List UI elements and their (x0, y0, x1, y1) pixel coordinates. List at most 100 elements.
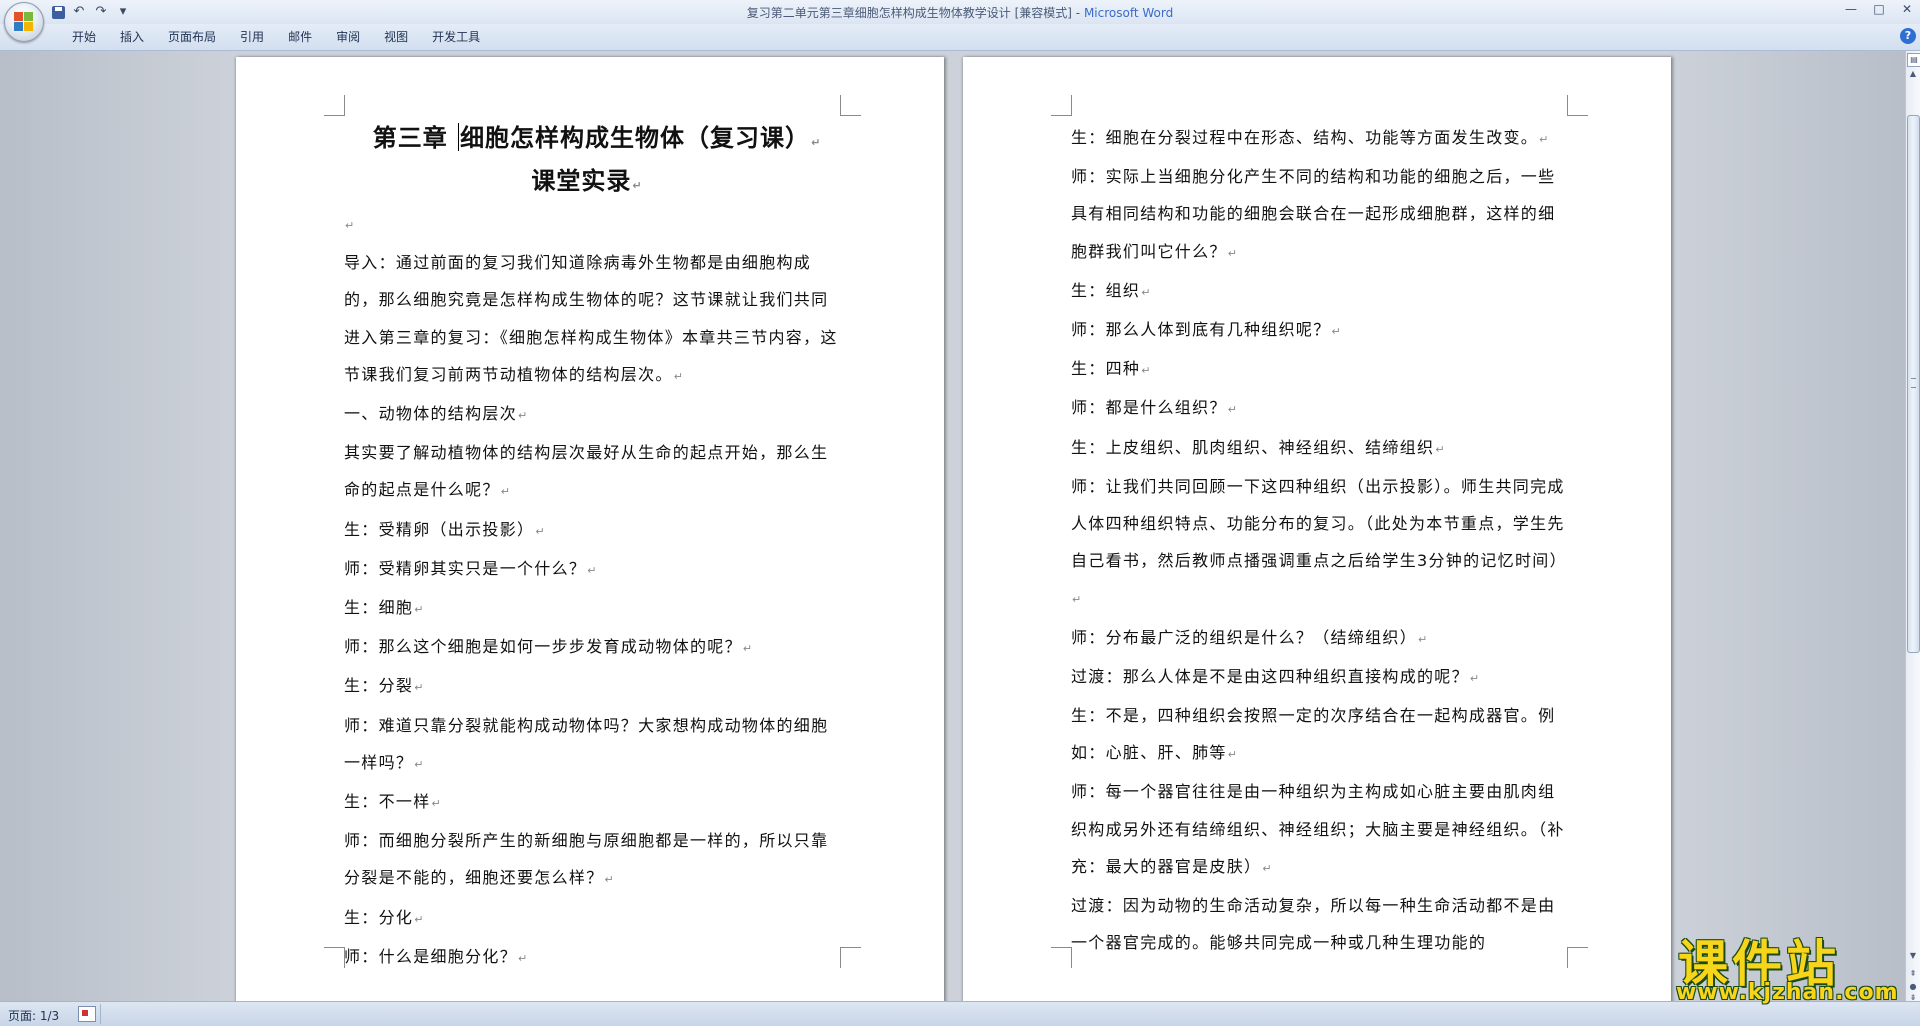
paragraph: 师：什么是细胞分化？↵ (344, 946, 528, 966)
paragraph: 师：分布最广泛的组织是什么？（结缔组织）↵ (1071, 627, 1428, 647)
status-divider (100, 1004, 101, 1024)
subheading: 课堂实录↵ (531, 167, 642, 195)
paragraph: 生：不一样↵ (344, 792, 441, 812)
page-1-content[interactable]: 第三章 细胞怎样构成生物体（复习课）↵ 课堂实录↵ ↵ 导入：通过前面的复习我们… (344, 119, 839, 977)
window-controls: — □ ✕ (1844, 2, 1914, 16)
paragraph-mark-icon: ↵ (1141, 285, 1151, 299)
paragraph-mark-icon: ↵ (811, 136, 821, 149)
paragraph: 生：分裂↵ (344, 676, 424, 696)
app-name: Microsoft Word (1083, 6, 1174, 20)
title-bar: ↶ ↷ ▾ 复习第二单元第三章细胞怎样构成生物体教学设计 [兼容模式] - Mi… (0, 0, 1920, 42)
margin-corner-mark (1051, 947, 1072, 968)
tab-developer[interactable]: 开发工具 (420, 29, 492, 45)
paragraph-mark-icon: ↵ (345, 219, 355, 232)
blank-paragraph: ↵ (344, 205, 839, 244)
ribbon: 开始 插入 页面布局 引用 邮件 审阅 视图 开发工具 ? (0, 24, 1920, 51)
paragraph: 导入：通过前面的复习我们知道除病毒外生物都是由细胞构成的，那么细胞究竟是怎样构成… (344, 253, 838, 384)
paragraph-mark-icon: ↵ (604, 873, 614, 887)
paragraph: 师：都是什么组织？↵ (1071, 398, 1237, 418)
paragraph: 师：每一个器官往往是由一种组织为主构成如心脏主要由肌肉组织构成另外还有结缔组织、… (1071, 782, 1565, 876)
paragraph-mark-icon: ↵ (673, 369, 683, 383)
paragraph: 师：让我们共同回顾一下这四种组织（出示投影）。师生共同完成人体四种组织特点、功能… (1071, 476, 1567, 607)
paragraph-mark-icon: ↵ (431, 797, 441, 811)
close-button[interactable]: ✕ (1900, 2, 1914, 16)
paragraph-mark-icon: ↵ (1227, 246, 1237, 260)
paragraph-mark-icon: ↵ (587, 563, 597, 577)
tab-home[interactable]: 开始 (60, 29, 108, 45)
scroll-up-icon[interactable]: ▲ (1907, 69, 1919, 81)
ribbon-tabs: 开始 插入 页面布局 引用 邮件 审阅 视图 开发工具 (60, 29, 492, 45)
paragraph-mark-icon: ↵ (1072, 593, 1082, 607)
margin-corner-mark (1567, 947, 1588, 968)
paragraph-mark-icon: ↵ (1435, 442, 1445, 456)
page-2[interactable]: 生：细胞在分裂过程中在形态、结构、功能等方面发生改变。↵ 师：实际上当细胞分化产… (963, 57, 1671, 1001)
paragraph-mark-icon: ↵ (742, 642, 753, 656)
paragraph: 过渡：因为动物的生命活动复杂，所以每一种生命活动都不是由一个器官完成的。能够共同… (1071, 896, 1556, 953)
paragraph: 师：那么人体到底有几种组织呢？↵ (1071, 320, 1341, 340)
paragraph-mark-icon: ↵ (1539, 133, 1549, 146)
paragraph: 师：而细胞分裂所产生的新细胞与原细胞都是一样的，所以只靠分裂是不能的，细胞还要怎… (344, 831, 829, 888)
view-ruler-icon[interactable]: ▤ (1907, 53, 1920, 67)
margin-corner-mark (1051, 95, 1072, 116)
paragraph: 生：细胞在分裂过程中在形态、结构、功能等方面发生改变。↵ (1071, 128, 1549, 147)
paragraph-mark-icon: ↵ (1262, 861, 1272, 875)
page-1[interactable]: 第三章 细胞怎样构成生物体（复习课）↵ 课堂实录↵ ↵ 导入：通过前面的复习我们… (236, 57, 944, 1001)
paragraph-mark-icon: ↵ (632, 179, 642, 192)
tab-mailings[interactable]: 邮件 (276, 29, 324, 45)
paragraph: 师：受精卵其实只是一个什么？↵ (344, 558, 597, 578)
paragraph: 师：难道只靠分裂就能构成动物体吗？大家想构成动物体的细胞一样吗？↵ (344, 715, 829, 772)
paragraph-mark-icon: ↵ (414, 603, 424, 617)
margin-corner-mark (1567, 95, 1588, 116)
office-logo-icon (14, 12, 34, 32)
scroll-thumb[interactable] (1907, 115, 1920, 653)
paragraph-mark-icon: ↵ (1227, 403, 1237, 417)
paragraph-mark-icon: ↵ (518, 951, 528, 965)
tab-references[interactable]: 引用 (228, 29, 276, 45)
margin-corner-mark (840, 947, 861, 968)
paragraph-mark-icon: ↵ (518, 409, 528, 423)
document-area: 第三章 细胞怎样构成生物体（复习课）↵ 课堂实录↵ ↵ 导入：通过前面的复习我们… (0, 51, 1906, 1001)
paragraph: 师：实际上当细胞分化产生不同的结构和功能的细胞之后，一些具有相同结构和功能的细胞… (1071, 167, 1556, 261)
maximize-button[interactable]: □ (1872, 2, 1886, 16)
paragraph: 过渡：那么人体是不是由这四种组织直接构成的呢？↵ (1071, 666, 1480, 686)
paragraph-mark-icon: ↵ (1469, 671, 1480, 685)
paragraph-mark-icon: ↵ (535, 524, 545, 538)
watermark-url: www.kjzhan.com (1676, 980, 1899, 1005)
paragraph: 生：上皮组织、肌肉组织、神经组织、结缔组织↵ (1071, 437, 1445, 457)
vertical-scrollbar[interactable]: ▤ ▲ ▼ ⇞ ● ⇟ (1905, 51, 1920, 1002)
text-cursor (458, 123, 460, 151)
tab-view[interactable]: 视图 (372, 29, 420, 45)
paragraph: 师：那么这个细胞是如何一步步发育成动物体的呢？↵ (344, 637, 753, 657)
paragraph-mark-icon: ↵ (1141, 364, 1151, 378)
office-button[interactable] (4, 2, 44, 42)
paragraph-mark-icon: ↵ (1227, 748, 1237, 762)
tab-review[interactable]: 审阅 (324, 29, 372, 45)
tab-insert[interactable]: 插入 (108, 29, 156, 45)
margin-corner-mark (840, 95, 861, 116)
chapter-heading: 第三章 细胞怎样构成生物体（复习课）↵ (372, 123, 821, 152)
paragraph: 生：四种↵ (1071, 359, 1151, 379)
paragraph: 一、动物体的结构层次↵ (344, 404, 528, 424)
paragraph: 其实要了解动植物体的结构层次最好从生命的起点开始，那么生命的起点是什么呢？↵ (344, 443, 829, 500)
minimize-button[interactable]: — (1844, 2, 1858, 16)
paragraph-mark-icon: ↵ (1418, 632, 1428, 646)
margin-corner-mark (324, 947, 345, 968)
paragraph-mark-icon: ↵ (414, 757, 424, 771)
watermark-logo: 课件站 www.kjzhan.com (1670, 924, 1910, 1005)
help-icon[interactable]: ? (1900, 28, 1916, 44)
paragraph: 生：细胞↵ (344, 598, 424, 618)
paragraph-mark-icon: ↵ (414, 912, 424, 926)
window-title: 复习第二单元第三章细胞怎样构成生物体教学设计 [兼容模式] - Microsof… (746, 6, 1174, 20)
document-title: 复习第二单元第三章细胞怎样构成生物体教学设计 [兼容模式] (746, 6, 1072, 20)
page-2-content[interactable]: 生：细胞在分裂过程中在形态、结构、功能等方面发生改变。↵ 师：实际上当细胞分化产… (1071, 119, 1566, 961)
tab-page-layout[interactable]: 页面布局 (156, 29, 228, 45)
paragraph-mark-icon: ↵ (414, 681, 424, 695)
status-bar: 页面: 1/3 (0, 1001, 1920, 1026)
paragraph: 生：受精卵（出示投影）↵ (344, 519, 545, 539)
margin-corner-mark (324, 95, 345, 116)
page-count[interactable]: 页面: 1/3 (8, 1007, 59, 1024)
paragraph: 生：分化↵ (344, 907, 424, 927)
proofing-icon[interactable] (78, 1006, 96, 1022)
paragraph-mark-icon: ↵ (1331, 325, 1341, 339)
paragraph: 生：组织↵ (1071, 280, 1151, 300)
